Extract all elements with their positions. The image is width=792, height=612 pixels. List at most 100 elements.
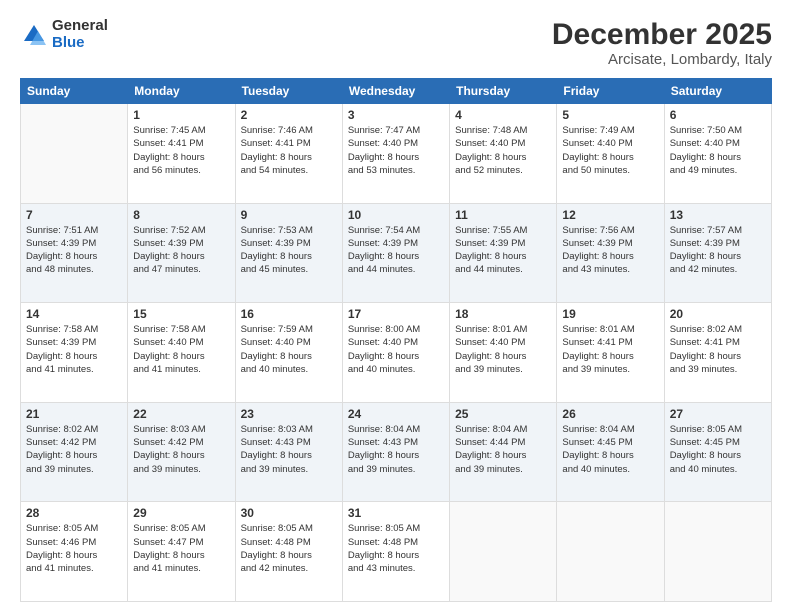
- day-info: Sunrise: 7:53 AMSunset: 4:39 PMDaylight:…: [241, 224, 337, 277]
- day-info: Sunrise: 7:46 AMSunset: 4:41 PMDaylight:…: [241, 124, 337, 177]
- day-info: Sunrise: 8:05 AMSunset: 4:46 PMDaylight:…: [26, 522, 122, 575]
- day-number: 5: [562, 108, 658, 122]
- day-number: 29: [133, 506, 229, 520]
- day-info: Sunrise: 7:52 AMSunset: 4:39 PMDaylight:…: [133, 224, 229, 277]
- day-number: 23: [241, 407, 337, 421]
- calendar-week-row: 21 Sunrise: 8:02 AMSunset: 4:42 PMDayligh…: [21, 402, 772, 502]
- table-row: 23 Sunrise: 8:03 AMSunset: 4:43 PMDayligh…: [235, 402, 342, 502]
- table-row: 21 Sunrise: 8:02 AMSunset: 4:42 PMDayligh…: [21, 402, 128, 502]
- day-info: Sunrise: 7:49 AMSunset: 4:40 PMDaylight:…: [562, 124, 658, 177]
- table-row: 13 Sunrise: 7:57 AMSunset: 4:39 PMDayligh…: [664, 203, 771, 303]
- table-row: 25 Sunrise: 8:04 AMSunset: 4:44 PMDayligh…: [450, 402, 557, 502]
- table-row: 19Sunrise: 8:01 AMSunset: 4:41 PMDayligh…: [557, 303, 664, 403]
- day-info: Sunrise: 7:45 AMSunset: 4:41 PMDaylight:…: [133, 124, 229, 177]
- day-info: Sunrise: 8:01 AMSunset: 4:40 PMDaylight:…: [455, 323, 551, 376]
- table-row: 31Sunrise: 8:05 AMSunset: 4:48 PMDayligh…: [342, 502, 449, 602]
- day-number: 10: [348, 208, 444, 222]
- logo: General Blue: [20, 18, 108, 51]
- day-info: Sunrise: 8:05 AMSunset: 4:48 PMDaylight:…: [241, 522, 337, 575]
- table-row: 16 Sunrise: 7:59 AMSunset: 4:40 PMDayligh…: [235, 303, 342, 403]
- table-row: 22 Sunrise: 8:03 AMSunset: 4:42 PMDayligh…: [128, 402, 235, 502]
- day-info: Sunrise: 7:57 AMSunset: 4:39 PMDaylight:…: [670, 224, 766, 277]
- calendar-week-row: 7Sunrise: 7:51 AMSunset: 4:39 PMDaylight…: [21, 203, 772, 303]
- day-info: Sunrise: 8:04 AMSunset: 4:44 PMDaylight:…: [455, 423, 551, 476]
- day-info: Sunrise: 7:58 AMSunset: 4:40 PMDaylight:…: [133, 323, 229, 376]
- table-row: 29 Sunrise: 8:05 AMSunset: 4:47 PMDayligh…: [128, 502, 235, 602]
- calendar-week-row: 14Sunrise: 7:58 AMSunset: 4:39 PMDayligh…: [21, 303, 772, 403]
- day-info: Sunrise: 8:02 AMSunset: 4:41 PMDaylight:…: [670, 323, 766, 376]
- day-number: 28: [26, 506, 122, 520]
- logo-general: General: [52, 18, 108, 35]
- col-sunday: Sunday: [21, 79, 128, 104]
- day-number: 13: [670, 208, 766, 222]
- calendar-header-row: Sunday Monday Tuesday Wednesday Thursday…: [21, 79, 772, 104]
- day-number: 25: [455, 407, 551, 421]
- day-info: Sunrise: 8:01 AMSunset: 4:41 PMDaylight:…: [562, 323, 658, 376]
- col-saturday: Saturday: [664, 79, 771, 104]
- day-number: 3: [348, 108, 444, 122]
- day-number: 14: [26, 307, 122, 321]
- day-info: Sunrise: 8:03 AMSunset: 4:43 PMDaylight:…: [241, 423, 337, 476]
- day-number: 11: [455, 208, 551, 222]
- table-row: 9 Sunrise: 7:53 AMSunset: 4:39 PMDaylight…: [235, 203, 342, 303]
- table-row: 17Sunrise: 8:00 AMSunset: 4:40 PMDayligh…: [342, 303, 449, 403]
- day-info: Sunrise: 7:59 AMSunset: 4:40 PMDaylight:…: [241, 323, 337, 376]
- table-row: 27 Sunrise: 8:05 AMSunset: 4:45 PMDayligh…: [664, 402, 771, 502]
- day-number: 31: [348, 506, 444, 520]
- table-row: 12Sunrise: 7:56 AMSunset: 4:39 PMDayligh…: [557, 203, 664, 303]
- day-number: 21: [26, 407, 122, 421]
- day-number: 18: [455, 307, 551, 321]
- calendar-table: Sunday Monday Tuesday Wednesday Thursday…: [20, 78, 772, 602]
- day-info: Sunrise: 8:05 AMSunset: 4:47 PMDaylight:…: [133, 522, 229, 575]
- table-row: [664, 502, 771, 602]
- day-number: 26: [562, 407, 658, 421]
- col-wednesday: Wednesday: [342, 79, 449, 104]
- day-info: Sunrise: 7:47 AMSunset: 4:40 PMDaylight:…: [348, 124, 444, 177]
- table-row: 2 Sunrise: 7:46 AMSunset: 4:41 PMDaylight…: [235, 104, 342, 204]
- calendar-week-row: 1 Sunrise: 7:45 AMSunset: 4:41 PMDaylight…: [21, 104, 772, 204]
- day-number: 15: [133, 307, 229, 321]
- day-info: Sunrise: 8:02 AMSunset: 4:42 PMDaylight:…: [26, 423, 122, 476]
- day-number: 22: [133, 407, 229, 421]
- col-monday: Monday: [128, 79, 235, 104]
- day-number: 12: [562, 208, 658, 222]
- table-row: [450, 502, 557, 602]
- table-row: 20 Sunrise: 8:02 AMSunset: 4:41 PMDayligh…: [664, 303, 771, 403]
- table-row: 5 Sunrise: 7:49 AMSunset: 4:40 PMDaylight…: [557, 104, 664, 204]
- day-number: 6: [670, 108, 766, 122]
- day-number: 9: [241, 208, 337, 222]
- col-friday: Friday: [557, 79, 664, 104]
- day-number: 27: [670, 407, 766, 421]
- day-number: 20: [670, 307, 766, 321]
- day-number: 24: [348, 407, 444, 421]
- day-info: Sunrise: 8:05 AMSunset: 4:45 PMDaylight:…: [670, 423, 766, 476]
- day-number: 16: [241, 307, 337, 321]
- table-row: [557, 502, 664, 602]
- table-row: 14Sunrise: 7:58 AMSunset: 4:39 PMDayligh…: [21, 303, 128, 403]
- day-number: 17: [348, 307, 444, 321]
- table-row: 15 Sunrise: 7:58 AMSunset: 4:40 PMDayligh…: [128, 303, 235, 403]
- title-block: December 2025 Arcisate, Lombardy, Italy: [552, 18, 772, 68]
- table-row: 4Sunrise: 7:48 AMSunset: 4:40 PMDaylight…: [450, 104, 557, 204]
- day-number: 7: [26, 208, 122, 222]
- day-number: 2: [241, 108, 337, 122]
- day-number: 1: [133, 108, 229, 122]
- col-tuesday: Tuesday: [235, 79, 342, 104]
- day-number: 4: [455, 108, 551, 122]
- logo-blue: Blue: [52, 35, 108, 52]
- table-row: 28 Sunrise: 8:05 AMSunset: 4:46 PMDayligh…: [21, 502, 128, 602]
- header: General Blue December 2025 Arcisate, Lom…: [20, 18, 772, 68]
- table-row: 26 Sunrise: 8:04 AMSunset: 4:45 PMDayligh…: [557, 402, 664, 502]
- logo-text: General Blue: [52, 18, 108, 51]
- day-number: 30: [241, 506, 337, 520]
- day-info: Sunrise: 8:04 AMSunset: 4:43 PMDaylight:…: [348, 423, 444, 476]
- page: General Blue December 2025 Arcisate, Lom…: [0, 0, 792, 612]
- day-info: Sunrise: 8:03 AMSunset: 4:42 PMDaylight:…: [133, 423, 229, 476]
- table-row: 11Sunrise: 7:55 AMSunset: 4:39 PMDayligh…: [450, 203, 557, 303]
- table-row: 7Sunrise: 7:51 AMSunset: 4:39 PMDaylight…: [21, 203, 128, 303]
- day-info: Sunrise: 7:50 AMSunset: 4:40 PMDaylight:…: [670, 124, 766, 177]
- table-row: 18 Sunrise: 8:01 AMSunset: 4:40 PMDayligh…: [450, 303, 557, 403]
- table-row: 3 Sunrise: 7:47 AMSunset: 4:40 PMDaylight…: [342, 104, 449, 204]
- day-info: Sunrise: 7:54 AMSunset: 4:39 PMDaylight:…: [348, 224, 444, 277]
- day-info: Sunrise: 8:04 AMSunset: 4:45 PMDaylight:…: [562, 423, 658, 476]
